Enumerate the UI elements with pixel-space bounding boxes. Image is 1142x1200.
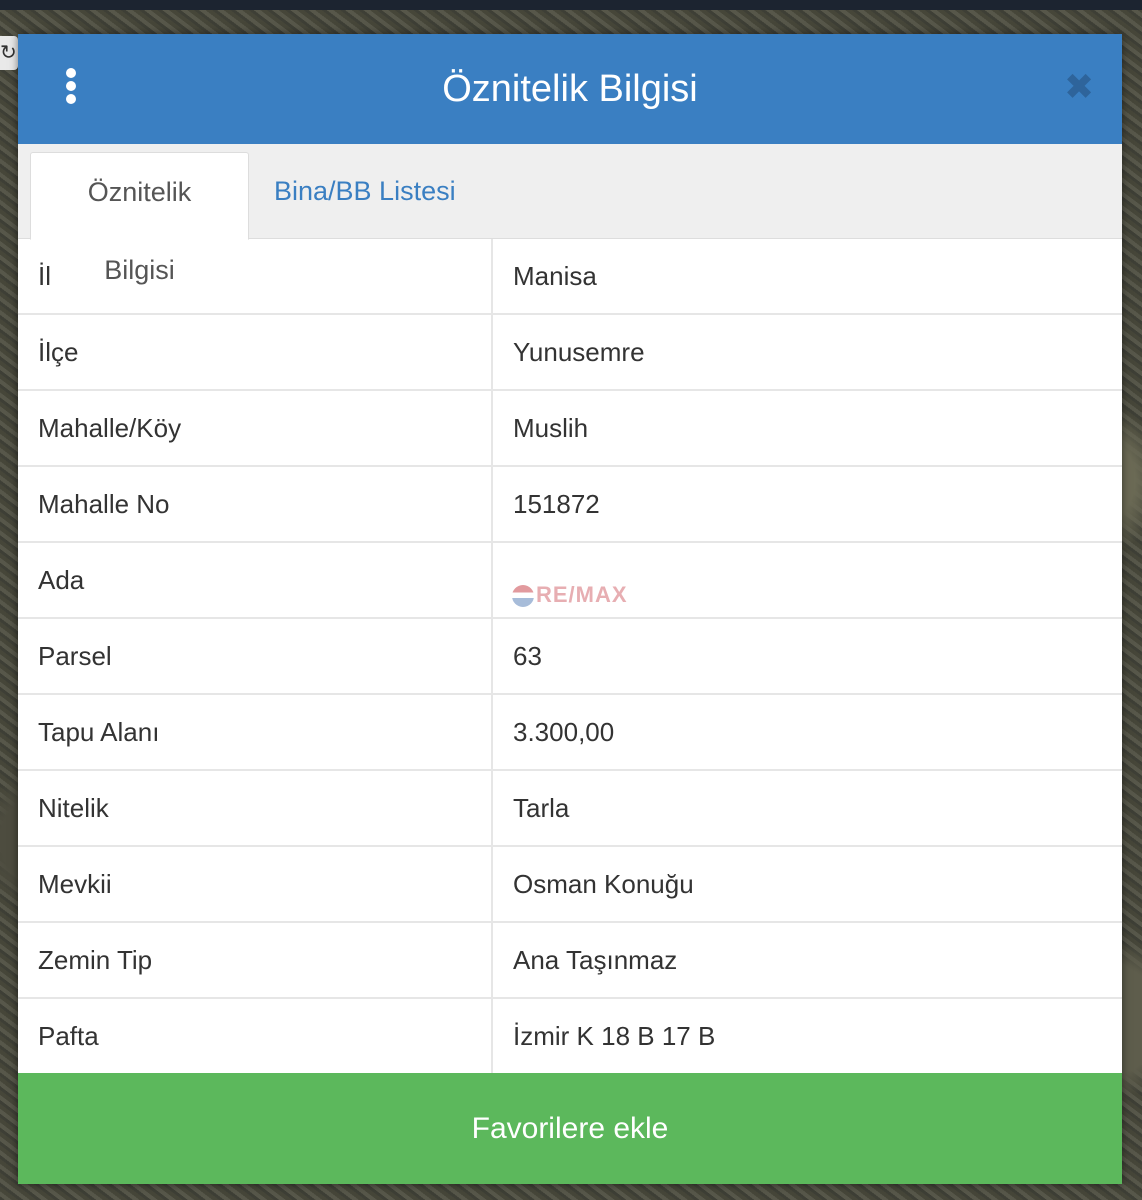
dialog-header: Öznitelik Bilgisi ✖: [18, 34, 1122, 144]
row-label: Mahalle No: [18, 465, 493, 542]
row-label: Mevkii: [18, 845, 493, 922]
row-label: Ada: [18, 541, 493, 618]
table-row: Ada: [18, 541, 1122, 618]
table-row: Pafta İzmir K 18 B 17 B: [18, 997, 1122, 1073]
row-value: 63: [492, 617, 1122, 694]
row-value: Manisa: [513, 260, 597, 291]
row-label: Parsel: [18, 617, 493, 694]
table-row: Mevkii Osman Konuğu: [18, 845, 1122, 922]
table-row: İl Manisa: [18, 239, 1122, 314]
row-label: Nitelik: [18, 769, 493, 846]
row-value: Tarla: [492, 769, 1122, 846]
tab-bar: Öznitelik Bilgisi Bina/BB Listesi: [18, 144, 1122, 285]
row-value: 151872: [492, 465, 1122, 542]
row-label: İlçe: [18, 313, 493, 390]
table-row: Zemin Tip Ana Taşınmaz: [18, 921, 1122, 998]
tab-building-list[interactable]: Bina/BB Listesi: [254, 152, 476, 238]
attribute-table: İl Manisa İlçe Yunusemre Mahalle/Köy Mus…: [18, 239, 1122, 1073]
table-row: İlçe Yunusemre: [18, 313, 1122, 390]
row-value: Yunusemre: [492, 313, 1122, 390]
dialog-title: Öznitelik Bilgisi: [442, 68, 698, 110]
table-row: Mahalle/Köy Muslih: [18, 389, 1122, 466]
add-to-favorites-button[interactable]: Favorilere ekle: [18, 1073, 1122, 1184]
row-value: [492, 541, 1122, 618]
table-row: Mahalle No 151872: [18, 465, 1122, 542]
row-value: İzmir K 18 B 17 B: [492, 997, 1122, 1073]
row-label: Zemin Tip: [18, 921, 493, 998]
row-value: Ana Taşınmaz: [492, 921, 1122, 998]
row-label: Tapu Alanı: [18, 693, 493, 770]
table-row: Parsel 63: [18, 617, 1122, 694]
table-row: Tapu Alanı 3.300,00: [18, 693, 1122, 770]
table-row: Nitelik Tarla: [18, 769, 1122, 846]
row-label: Mahalle/Köy: [18, 389, 493, 466]
attribute-info-dialog: Öznitelik Bilgisi ✖ Öznitelik Bilgisi Bi…: [18, 34, 1122, 1184]
map-top-strip: [0, 0, 1142, 10]
close-icon[interactable]: ✖: [1064, 69, 1094, 105]
row-label: Pafta: [18, 997, 493, 1073]
row-value: Osman Konuğu: [492, 845, 1122, 922]
tab-attribute-info[interactable]: Öznitelik Bilgisi: [30, 152, 249, 285]
row-value: 3.300,00: [492, 693, 1122, 770]
row-value: Muslih: [492, 389, 1122, 466]
row-label: İl: [18, 239, 493, 314]
map-refresh-icon[interactable]: ↻: [0, 36, 18, 70]
